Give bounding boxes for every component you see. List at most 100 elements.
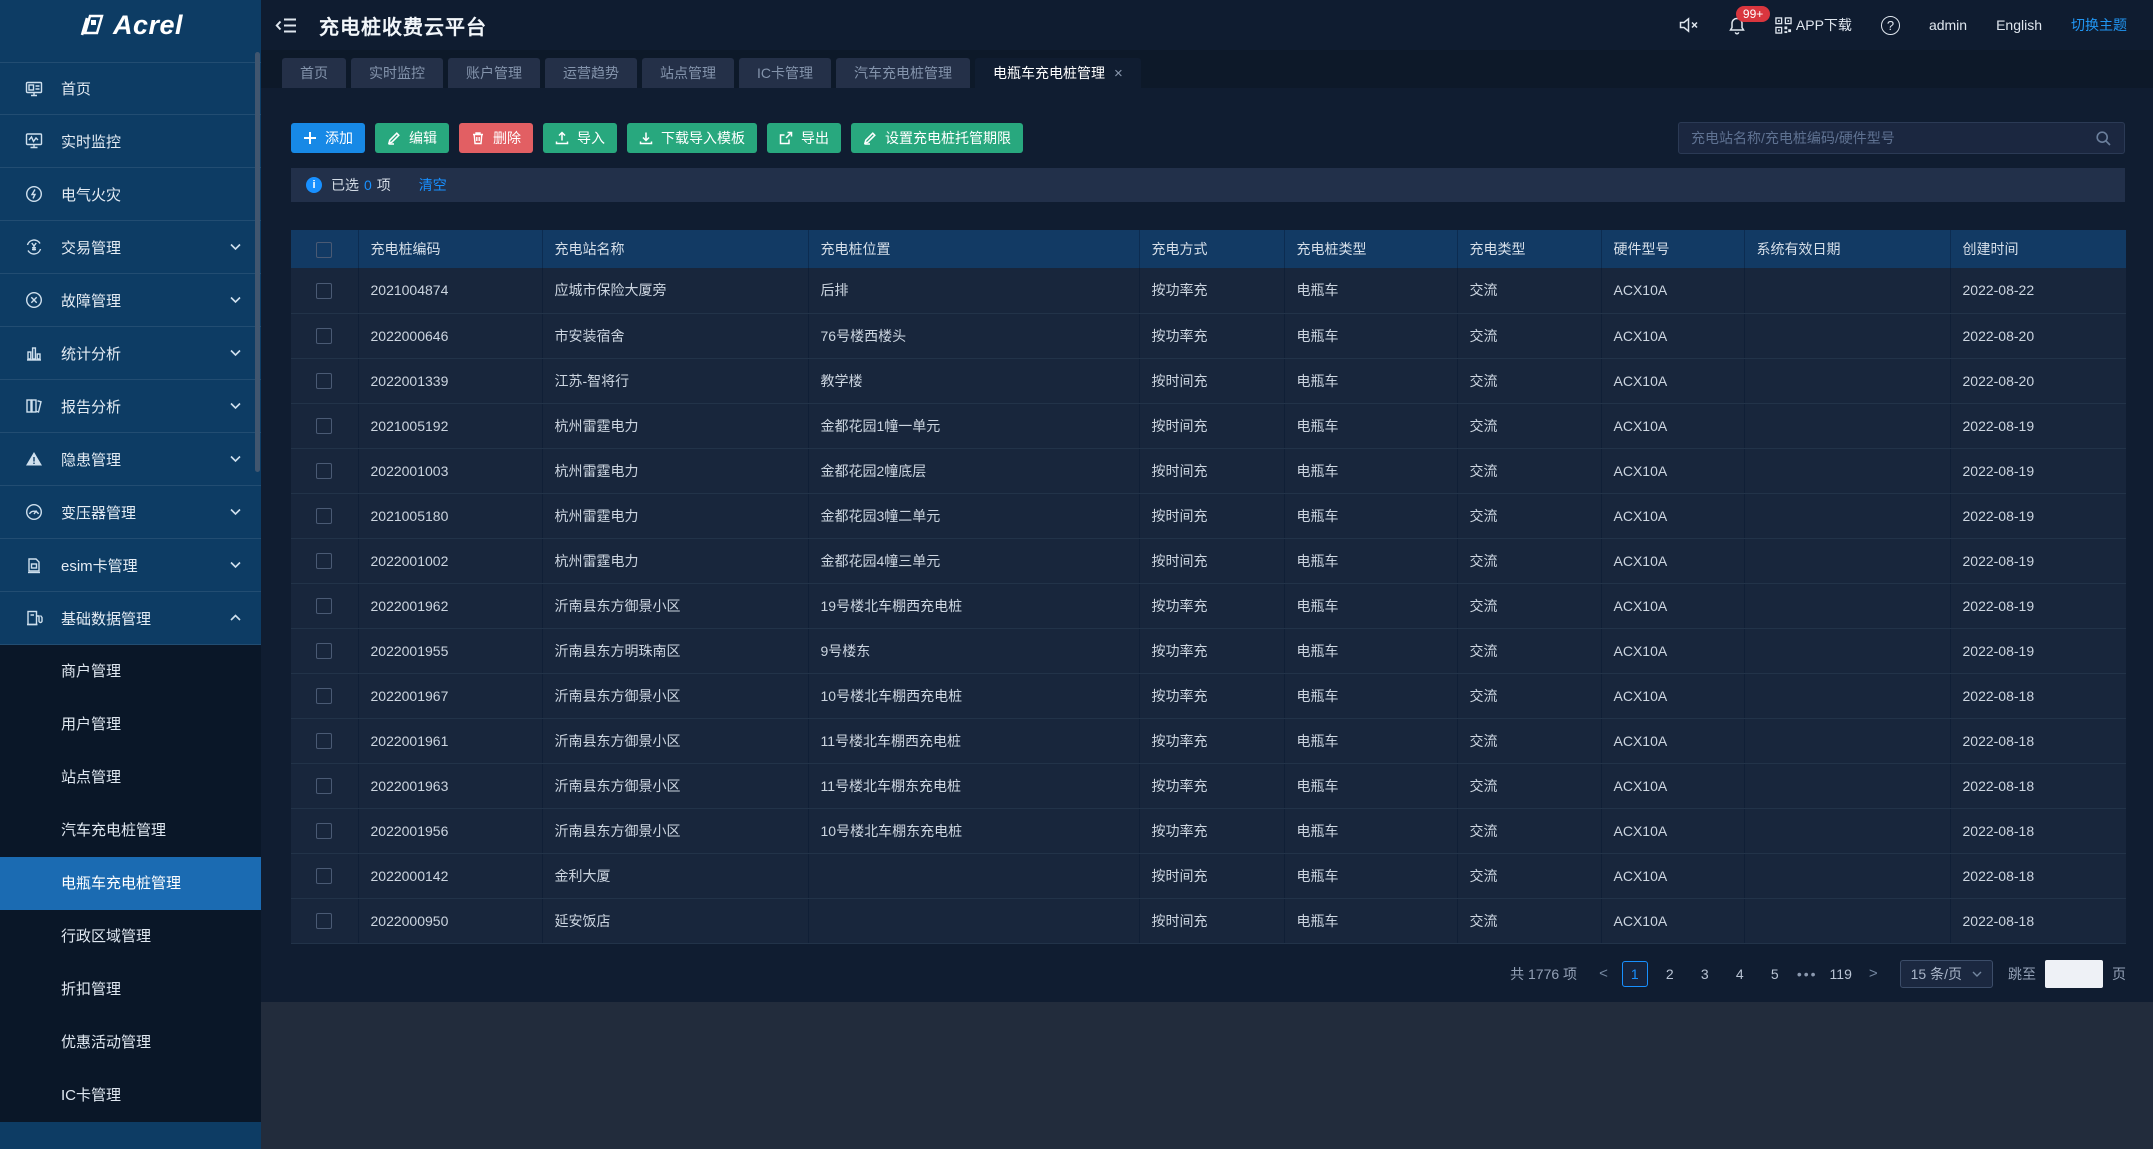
- sidebar-subitem[interactable]: 优惠活动管理: [0, 1016, 261, 1069]
- row-checkbox[interactable]: [316, 598, 332, 614]
- row-checkbox[interactable]: [316, 418, 332, 434]
- sidebar-subitem[interactable]: 用户管理: [0, 698, 261, 751]
- more-pages-icon[interactable]: •••: [1797, 966, 1818, 982]
- add-button[interactable]: 添加: [291, 123, 365, 153]
- sidebar-item[interactable]: 基础数据管理: [0, 592, 261, 645]
- row-checkbox[interactable]: [316, 778, 332, 794]
- app-download-label: APP下载: [1796, 15, 1852, 35]
- tab[interactable]: 站点管理: [642, 58, 734, 88]
- table-cell: 2022-08-18: [1950, 808, 2126, 853]
- toolbar-button[interactable]: 编辑: [375, 123, 449, 153]
- table-cell: [1744, 268, 1950, 313]
- pencil-icon: [863, 131, 877, 145]
- tab[interactable]: 首页: [282, 58, 346, 88]
- sidebar-item[interactable]: esim卡管理: [0, 539, 261, 592]
- row-checkbox[interactable]: [316, 868, 332, 884]
- sidebar-subitem-active[interactable]: 电瓶车充电桩管理: [0, 857, 261, 910]
- search-icon[interactable]: [2095, 130, 2112, 147]
- sidebar-item[interactable]: 统计分析: [0, 327, 261, 380]
- table-cell: 电瓶车: [1284, 403, 1457, 448]
- toolbar-button[interactable]: 导出: [767, 123, 841, 153]
- page-number-last[interactable]: 119: [1827, 961, 1855, 987]
- table-cell: 9号楼东: [808, 628, 1139, 673]
- sidebar-item[interactable]: 报告分析: [0, 380, 261, 433]
- sidebar-scrollbar[interactable]: [255, 52, 260, 472]
- table-cell: 2022-08-18: [1950, 718, 2126, 763]
- app-download-link[interactable]: APP下载: [1775, 15, 1852, 35]
- table-cell: 沂南县东方明珠南区: [542, 628, 808, 673]
- sidebar-item[interactable]: 故障管理: [0, 274, 261, 327]
- row-checkbox[interactable]: [316, 373, 332, 389]
- table-cell: 2021005192: [358, 403, 542, 448]
- tab[interactable]: 运营趋势: [545, 58, 637, 88]
- row-checkbox[interactable]: [316, 463, 332, 479]
- page-size-value: 15 条/页: [1911, 964, 1962, 984]
- page-size-select[interactable]: 15 条/页: [1900, 960, 1993, 988]
- sidebar-subitem[interactable]: IC卡管理: [0, 1069, 261, 1122]
- tab-active[interactable]: 电瓶车充电桩管理×: [975, 58, 1141, 88]
- theme-switch-link[interactable]: 切换主题: [2071, 15, 2127, 35]
- toolbar-button[interactable]: 导入: [543, 123, 617, 153]
- button-label: 导入: [577, 128, 605, 148]
- table-cell: 2022000950: [358, 898, 542, 943]
- language-switch[interactable]: English: [1996, 17, 2042, 33]
- sidebar-item[interactable]: 实时监控: [0, 115, 261, 168]
- tab[interactable]: IC卡管理: [739, 58, 831, 88]
- row-checkbox[interactable]: [316, 733, 332, 749]
- sidebar-item[interactable]: 首页: [0, 62, 261, 115]
- table-row: 2021005180杭州雷霆电力金都花园3幢二单元按时间充电瓶车交流ACX10A…: [291, 493, 2126, 538]
- toolbar-button[interactable]: 删除: [459, 123, 533, 153]
- page-number-current[interactable]: 1: [1622, 961, 1648, 987]
- username[interactable]: admin: [1929, 17, 1967, 33]
- sidebar-subitem[interactable]: 汽车充电桩管理: [0, 804, 261, 857]
- row-checkbox[interactable]: [316, 328, 332, 344]
- sidebar-item[interactable]: 电气火灾: [0, 168, 261, 221]
- row-checkbox[interactable]: [316, 688, 332, 704]
- notification-bell-icon[interactable]: 99+: [1728, 16, 1746, 35]
- page-number[interactable]: 2: [1657, 961, 1683, 987]
- table-cell: 2022001955: [358, 628, 542, 673]
- sidebar-item[interactable]: 交易管理: [0, 221, 261, 274]
- sidebar-subitem[interactable]: 折扣管理: [0, 963, 261, 1016]
- tab[interactable]: 汽车充电桩管理: [836, 58, 970, 88]
- sidebar-item[interactable]: 变压器管理: [0, 486, 261, 539]
- table-cell: 杭州雷霆电力: [542, 448, 808, 493]
- row-checkbox[interactable]: [316, 643, 332, 659]
- row-checkbox[interactable]: [316, 283, 332, 299]
- page-number[interactable]: 3: [1692, 961, 1718, 987]
- table-row: 2022001956沂南县东方御景小区10号楼北车棚东充电桩按功率充电瓶车交流A…: [291, 808, 2126, 853]
- row-checkbox[interactable]: [316, 823, 332, 839]
- clear-selection-link[interactable]: 清空: [419, 175, 447, 195]
- page-unit-label: 页: [2112, 964, 2126, 984]
- sidebar-item-label: 报告分析: [61, 396, 121, 417]
- table-cell: 按功率充: [1139, 628, 1284, 673]
- table-cell: 电瓶车: [1284, 448, 1457, 493]
- table-cell: 江苏-智将行: [542, 358, 808, 403]
- jump-page-input[interactable]: [2045, 960, 2103, 988]
- table-cell: 按功率充: [1139, 313, 1284, 358]
- sidebar-subitem[interactable]: 商户管理: [0, 645, 261, 698]
- search-input[interactable]: [1691, 130, 2095, 146]
- toolbar-button[interactable]: 设置充电桩托管期限: [851, 123, 1023, 153]
- row-checkbox[interactable]: [316, 913, 332, 929]
- sidebar-subitem[interactable]: 行政区域管理: [0, 910, 261, 963]
- tab[interactable]: 账户管理: [448, 58, 540, 88]
- select-all-checkbox[interactable]: [316, 242, 332, 258]
- sidebar-item-label: 故障管理: [61, 290, 121, 311]
- row-checkbox[interactable]: [316, 508, 332, 524]
- column-header: 充电桩位置: [808, 230, 1139, 268]
- page-number[interactable]: 4: [1727, 961, 1753, 987]
- collapse-menu-icon[interactable]: [275, 16, 298, 35]
- upload-icon: [555, 131, 569, 145]
- sidebar-subitem[interactable]: 站点管理: [0, 751, 261, 804]
- mute-speaker-icon[interactable]: [1678, 16, 1699, 34]
- row-checkbox[interactable]: [316, 553, 332, 569]
- help-icon[interactable]: ?: [1881, 16, 1900, 35]
- close-icon[interactable]: ×: [1114, 65, 1123, 82]
- page-number[interactable]: 5: [1762, 961, 1788, 987]
- prev-page-icon[interactable]: <: [1594, 965, 1613, 982]
- toolbar-button[interactable]: 下载导入模板: [627, 123, 757, 153]
- tab[interactable]: 实时监控: [351, 58, 443, 88]
- sidebar-item[interactable]: 隐患管理: [0, 433, 261, 486]
- next-page-icon[interactable]: >: [1864, 965, 1883, 982]
